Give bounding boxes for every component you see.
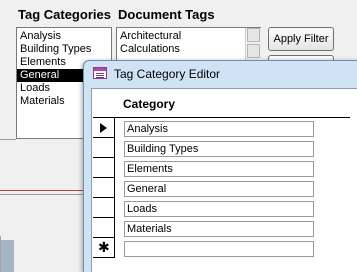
scroll-up-button[interactable]: [247, 28, 260, 42]
category-column-header: Category: [123, 97, 176, 111]
document-tags-header: Document Tags: [118, 7, 215, 22]
divider: [0, 139, 16, 140]
row-selector[interactable]: ✱: [93, 238, 115, 258]
row-selector[interactable]: [93, 138, 115, 158]
list-item[interactable]: Calculations: [117, 43, 260, 56]
form-icon: [93, 67, 107, 79]
category-field[interactable]: Building Types: [124, 141, 314, 157]
row-selector[interactable]: [93, 218, 115, 238]
category-field[interactable]: Analysis: [124, 121, 314, 137]
row-selector[interactable]: [93, 118, 115, 138]
category-field[interactable]: Loads: [124, 201, 314, 217]
divider: [0, 194, 90, 195]
list-item[interactable]: Architectural: [117, 30, 260, 43]
window-title: Tag Category Editor: [114, 67, 221, 81]
editor-grid: Category ✱ Analysis Building Types Eleme…: [91, 88, 357, 272]
new-record-icon: ✱: [98, 239, 110, 255]
current-row-icon: [100, 123, 107, 133]
scroll-thumb[interactable]: [247, 44, 260, 58]
row-selector[interactable]: [93, 158, 115, 178]
list-item[interactable]: Analysis: [17, 30, 111, 43]
list-item[interactable]: Building Types: [17, 43, 111, 56]
row-selector[interactable]: [93, 198, 115, 218]
new-category-field[interactable]: [124, 241, 314, 257]
bottom-panel: [1, 240, 14, 272]
category-field[interactable]: Elements: [124, 161, 314, 177]
category-field[interactable]: Materials: [124, 221, 314, 237]
category-field[interactable]: General: [124, 181, 314, 197]
grid-top-line: [93, 117, 350, 118]
row-selector[interactable]: [93, 178, 115, 198]
tag-categories-header: Tag Categories: [18, 7, 111, 22]
accent-line: [0, 190, 90, 191]
tag-category-editor-window[interactable]: Tag Category Editor Category ✱ Analysis …: [83, 60, 357, 272]
apply-filter-button[interactable]: Apply Filter: [268, 27, 334, 51]
